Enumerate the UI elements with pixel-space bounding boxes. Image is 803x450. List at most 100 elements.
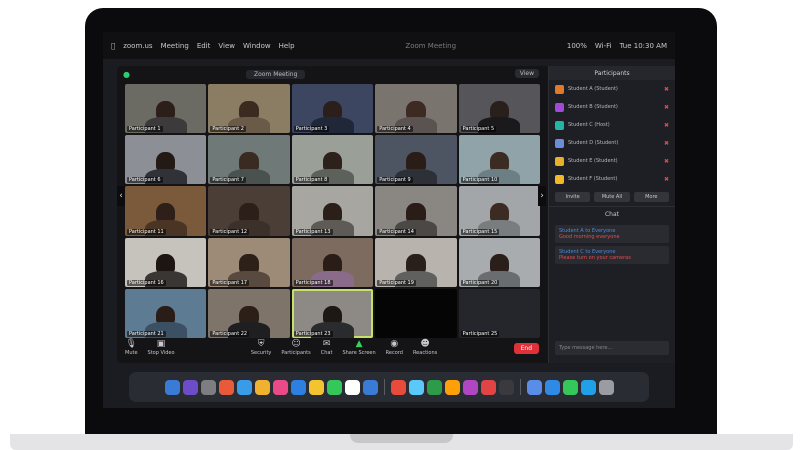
- menu-window[interactable]: Window: [243, 42, 271, 50]
- share-screen-button[interactable]: ▲ Share Screen: [342, 340, 375, 357]
- reactions-button[interactable]: ☻ Reactions: [413, 340, 437, 357]
- battery-status[interactable]: 100%: [567, 42, 587, 50]
- avatar: [555, 156, 564, 166]
- avatar: [555, 138, 564, 148]
- menu-app[interactable]: zoom.us: [123, 42, 152, 50]
- video-tile[interactable]: Participant 23: [291, 288, 374, 338]
- muted-mic-icon[interactable]: ✖: [664, 176, 669, 183]
- dock-app-icon[interactable]: [480, 379, 496, 395]
- clock[interactable]: Tue 10:30 AM: [620, 42, 667, 50]
- video-tile[interactable]: Participant 18: [291, 237, 374, 287]
- dock-app-icon[interactable]: [462, 379, 478, 395]
- participant-list-item[interactable]: Student A (Student) ✖: [549, 80, 675, 98]
- menu-edit[interactable]: Edit: [197, 42, 211, 50]
- dock-app-icon[interactable]: [290, 379, 306, 395]
- video-tile[interactable]: Participant 16: [125, 237, 207, 287]
- menu-bar:  zoom.us Meeting Edit View Window Help …: [103, 32, 675, 59]
- video-tile[interactable]: Participant 21: [125, 288, 207, 338]
- video-tile[interactable]: Participant 11: [125, 186, 207, 236]
- video-tile[interactable]: Participant 6: [125, 135, 207, 185]
- next-page-arrow-icon[interactable]: ›: [538, 186, 546, 206]
- mute-label: Mute: [125, 350, 138, 356]
- dock-app-icon[interactable]: [254, 379, 270, 395]
- dock-app-icon[interactable]: [562, 379, 578, 395]
- participant-name: Student E (Student): [568, 158, 618, 164]
- dock-app-icon[interactable]: [390, 379, 406, 395]
- end-meeting-button[interactable]: End: [513, 342, 539, 354]
- video-tile[interactable]: Participant 1: [125, 84, 207, 134]
- record-button[interactable]: ◉ Record: [385, 340, 403, 357]
- invite-button[interactable]: Invite: [555, 192, 591, 202]
- dock-app-icon[interactable]: [362, 379, 378, 395]
- video-tile[interactable]: Participant 4: [375, 84, 457, 134]
- chat-input[interactable]: Type message here...: [555, 341, 669, 355]
- meeting-title: Zoom Meeting: [245, 69, 306, 79]
- dock-app-icon[interactable]: [164, 379, 180, 395]
- video-tile[interactable]: Participant 5: [458, 84, 540, 134]
- video-tile[interactable]: Participant 14: [375, 186, 457, 236]
- video-tile[interactable]: Participant 7: [208, 135, 290, 185]
- dock-app-icon[interactable]: [272, 379, 288, 395]
- video-tile[interactable]: [375, 288, 457, 338]
- chat-message: Student C to Everyone Please turn on you…: [555, 246, 669, 264]
- security-button[interactable]: ⛨ Security: [251, 340, 272, 357]
- video-tile[interactable]: Participant 22: [208, 288, 290, 338]
- video-tile[interactable]: Participant 15: [458, 186, 540, 236]
- participant-list-item[interactable]: Student E (Student) ✖: [549, 152, 675, 170]
- muted-mic-icon[interactable]: ✖: [664, 104, 669, 111]
- dock-app-icon[interactable]: [444, 379, 460, 395]
- video-tile[interactable]: Participant 20: [458, 237, 540, 287]
- muted-mic-icon[interactable]: ✖: [664, 122, 669, 129]
- mute-button[interactable]: 🎙 Mute: [125, 340, 138, 357]
- dock-app-icon[interactable]: [308, 379, 324, 395]
- video-tile[interactable]: Participant 25: [458, 288, 540, 338]
- record-label: Record: [385, 350, 403, 356]
- dock-app-icon[interactable]: [326, 379, 342, 395]
- encryption-shield-icon[interactable]: ●: [123, 70, 130, 79]
- mute-all-button[interactable]: Mute All: [594, 192, 630, 202]
- participant-list-item[interactable]: Student D (Student) ✖: [549, 134, 675, 152]
- video-tile[interactable]: Participant 9: [375, 135, 457, 185]
- chat-button[interactable]: ✉ Chat: [321, 340, 333, 357]
- dock-app-icon[interactable]: [498, 379, 514, 395]
- muted-mic-icon[interactable]: ✖: [664, 86, 669, 93]
- participants-list: Student A (Student) ✖ Student B (Student) ✖…: [549, 80, 675, 188]
- participant-name-label: Participant 14: [377, 228, 416, 235]
- video-tile[interactable]: Participant 13: [291, 186, 374, 236]
- view-button[interactable]: View: [514, 69, 539, 78]
- dock-app-icon[interactable]: [236, 379, 252, 395]
- video-button[interactable]: ▣ Stop Video: [148, 340, 175, 357]
- participant-list-item[interactable]: Student F (Student) ✖: [549, 170, 675, 188]
- dock-app-icon[interactable]: [218, 379, 234, 395]
- dock-app-icon[interactable]: [580, 379, 596, 395]
- muted-mic-icon[interactable]: ✖: [664, 158, 669, 165]
- dock-app-icon[interactable]: [182, 379, 198, 395]
- dock-app-icon[interactable]: [344, 379, 360, 395]
- video-tile[interactable]: Participant 10: [458, 135, 540, 185]
- video-tile[interactable]: Participant 8: [291, 135, 374, 185]
- dock-app-icon[interactable]: [544, 379, 560, 395]
- video-tile[interactable]: Participant 17: [208, 237, 290, 287]
- video-tile[interactable]: Participant 3: [291, 84, 374, 134]
- dock-app-icon[interactable]: [526, 379, 542, 395]
- video-tile[interactable]: Participant 19: [375, 237, 457, 287]
- participant-list-item[interactable]: Student C (Host) ✖: [549, 116, 675, 134]
- apple-icon[interactable]: : [111, 42, 115, 50]
- participants-button[interactable]: ☺ Participants: [281, 340, 310, 357]
- participant-list-item[interactable]: Student B (Student) ✖: [549, 98, 675, 116]
- menu-meeting[interactable]: Meeting: [161, 42, 189, 50]
- prev-page-arrow-icon[interactable]: ‹: [117, 186, 125, 206]
- more-button[interactable]: More: [633, 192, 669, 202]
- wifi-status[interactable]: Wi-Fi: [595, 42, 612, 50]
- menu-view[interactable]: View: [218, 42, 235, 50]
- video-tile[interactable]: Participant 12: [208, 186, 290, 236]
- dock-app-icon[interactable]: [200, 379, 216, 395]
- participant-name-label: Participant 7: [210, 177, 246, 184]
- menu-help[interactable]: Help: [279, 42, 295, 50]
- dock-app-icon[interactable]: [408, 379, 424, 395]
- dock-app-icon[interactable]: [426, 379, 442, 395]
- video-tile[interactable]: Participant 2: [208, 84, 290, 134]
- muted-mic-icon[interactable]: ✖: [664, 140, 669, 147]
- participants-sidebar: Participants Student A (Student) ✖ Student…: [548, 66, 675, 363]
- dock-app-icon[interactable]: [598, 379, 614, 395]
